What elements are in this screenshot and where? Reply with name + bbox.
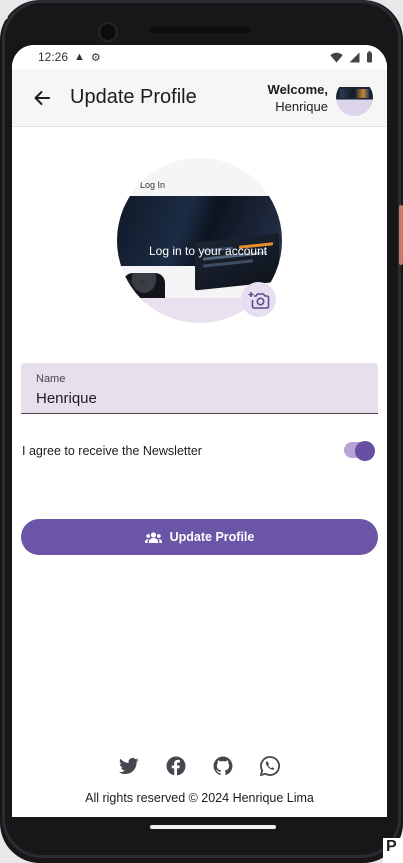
newsletter-toggle-knob[interactable] (355, 441, 375, 461)
phone-frame: ⌄ 12:26 ▲ ⚙ Update Profile Welcome, Henr… (0, 0, 403, 863)
twitter-icon[interactable] (119, 756, 139, 776)
newsletter-label: I agree to receive the Newsletter (22, 444, 202, 458)
page-title: Update Profile (70, 86, 197, 108)
name-input-field[interactable]: Name Henrique (21, 363, 378, 414)
back-button[interactable] (28, 84, 56, 112)
settings-icon: ⚙ (90, 51, 101, 64)
change-photo-button[interactable] (241, 282, 276, 317)
github-icon[interactable] (213, 756, 233, 776)
whatsapp-icon[interactable] (260, 756, 280, 776)
welcome-user-name: Henrique (275, 98, 328, 114)
social-links (12, 756, 387, 778)
name-field-label: Name (36, 373, 66, 385)
front-camera (98, 22, 118, 42)
monitor-line (203, 259, 253, 268)
facebook-icon[interactable] (166, 756, 186, 776)
profile-picture-header (117, 158, 282, 196)
wifi-icon (330, 52, 343, 62)
app-screen: 12:26 ▲ ⚙ Update Profile Welcome, Henriq… (12, 45, 387, 817)
update-profile-label: Update Profile (169, 530, 255, 544)
home-indicator[interactable] (150, 825, 276, 829)
arrow-left-icon (34, 90, 50, 105)
welcome-text: Welcome, Henrique (268, 81, 328, 115)
corner-letter-icon: P (383, 838, 403, 863)
status-bar: 12:26 ▲ ⚙ (12, 45, 387, 69)
warning-icon: ▲ (74, 51, 85, 63)
corner-chevron-icon: ⌄ (0, 8, 11, 23)
app-bar: Update Profile Welcome, Henrique (12, 69, 387, 127)
status-time: 12:26 (38, 50, 69, 64)
monitor-image (195, 233, 279, 291)
profile-picture-overlay-text: Log in to your account (149, 244, 268, 258)
add-photo-camera-icon (248, 291, 269, 309)
status-icons (330, 51, 373, 63)
user-avatar[interactable] (336, 79, 373, 116)
profile-picture-login-label: og In (125, 277, 148, 288)
profile-picture-login-text: Log In (140, 180, 166, 190)
signal-icon (349, 52, 360, 62)
group-icon (144, 531, 162, 543)
update-profile-button[interactable]: Update Profile (21, 519, 378, 555)
battery-icon (367, 51, 372, 63)
welcome-line1: Welcome, (267, 81, 328, 97)
name-input[interactable]: Henrique (36, 390, 97, 407)
side-button (399, 205, 403, 265)
earpiece-speaker (150, 27, 250, 33)
footer-copyright: All rights reserved © 2024 Henrique Lima (85, 791, 314, 805)
